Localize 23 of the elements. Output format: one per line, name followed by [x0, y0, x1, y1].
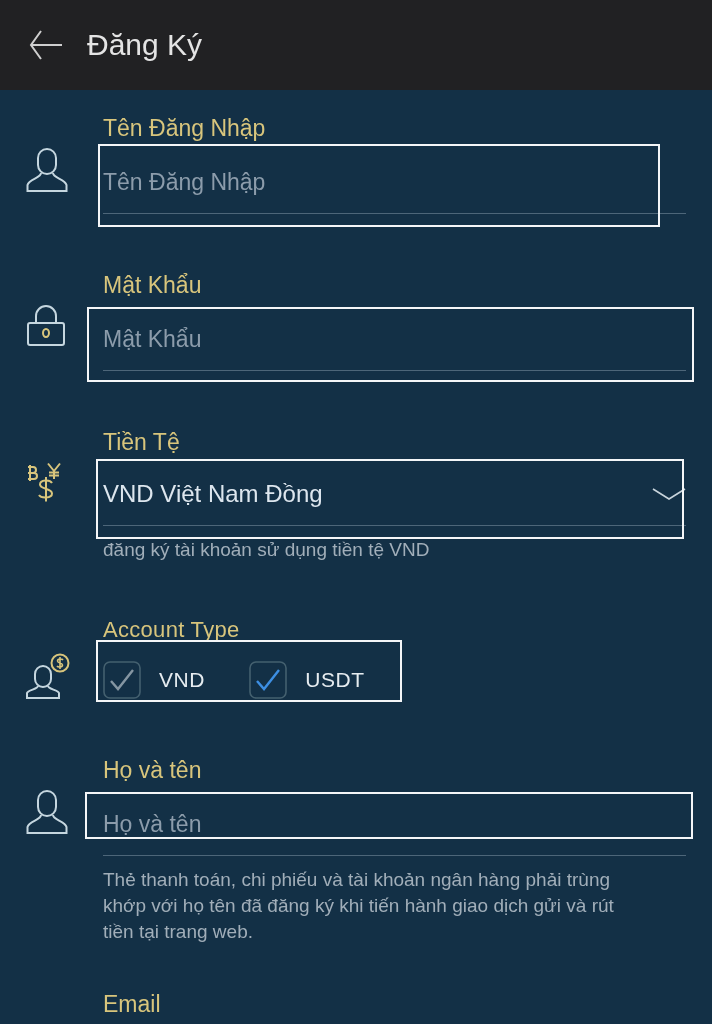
field-label: Email [103, 993, 161, 1015]
lock-icon [26, 305, 66, 347]
field-label: Account Type [103, 617, 240, 643]
helper-text: Thẻ thanh toán, chi phiếu và tài khoản ngân hàng phải trùng khớp với họ tên đã đăng ký khi tiến hành giao dịch gửi và rút tiền tại trang web. [103, 868, 615, 944]
helper-text: đăng ký tài khoản sử dụng tiền tệ VND [103, 538, 431, 562]
person-icon [26, 148, 68, 192]
field-label: Mật Khẩu [103, 272, 202, 298]
input-field[interactable]: Họ và tên [103, 797, 686, 856]
person-coin-icon [26, 653, 70, 699]
currency-select[interactable]: VND Việt Nam Đồng [103, 469, 686, 526]
back-arrow-icon[interactable] [29, 29, 63, 61]
password-field[interactable]: Mật Khẩu [103, 312, 686, 371]
chevron-down-icon [652, 487, 686, 501]
checkbox[interactable] [249, 660, 288, 699]
currency-icon [26, 462, 62, 502]
person-icon [26, 790, 68, 834]
page-title: Đăng Ký [87, 27, 203, 63]
field-label: Tiền Tệ [103, 429, 180, 455]
field-label: Tên Đăng Nhập [103, 115, 266, 141]
checkbox-label: VND [159, 666, 206, 693]
input-field[interactable]: Tên Đăng Nhập [103, 155, 686, 214]
field-label: Họ và tên [103, 757, 202, 783]
checkbox-label: USDT [305, 666, 365, 693]
